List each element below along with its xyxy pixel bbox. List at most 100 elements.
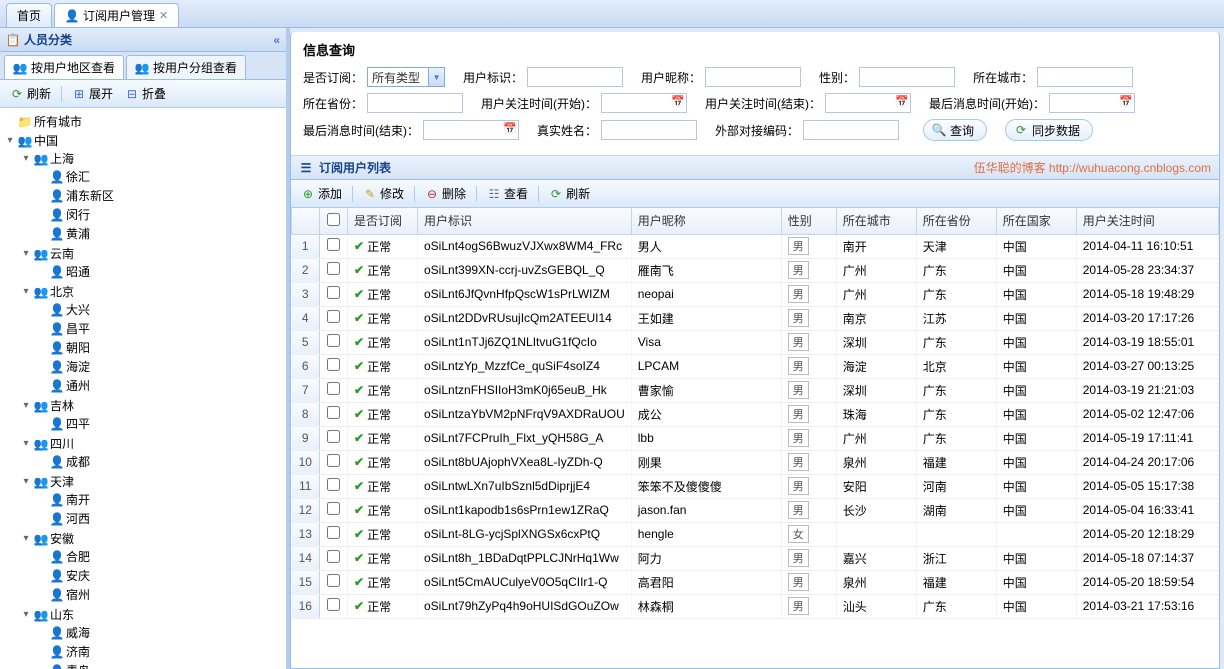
close-icon[interactable]: ✕ bbox=[159, 9, 168, 22]
province-input[interactable] bbox=[367, 93, 463, 113]
row-checkbox[interactable] bbox=[327, 334, 340, 347]
calendar-icon[interactable]: 📅 bbox=[895, 95, 909, 108]
tab-subscribers[interactable]: 👤 订阅用户管理 ✕ bbox=[54, 3, 179, 27]
tree-node-city[interactable]: 👤大兴 bbox=[36, 301, 282, 318]
tree-node-province[interactable]: ▾👥四川 bbox=[20, 435, 282, 452]
row-checkbox[interactable] bbox=[327, 574, 340, 587]
tree-node-city[interactable]: 👤四平 bbox=[36, 415, 282, 432]
calendar-icon[interactable]: 📅 bbox=[503, 122, 517, 135]
row-checkbox[interactable] bbox=[327, 598, 340, 611]
tree-node-city[interactable]: 👤合肥 bbox=[36, 548, 282, 565]
collapse-icon[interactable]: « bbox=[273, 33, 280, 47]
col-nick[interactable]: 用户昵称 bbox=[631, 208, 781, 234]
calendar-icon[interactable]: 📅 bbox=[1119, 95, 1133, 108]
view-button[interactable]: ☷查看 bbox=[483, 183, 532, 204]
sync-button[interactable]: ⟳同步数据 bbox=[1005, 119, 1093, 141]
col-gender[interactable]: 性别 bbox=[781, 208, 836, 234]
subtab-group[interactable]: 👥 按用户分组查看 bbox=[126, 55, 246, 79]
row-checkbox[interactable] bbox=[327, 550, 340, 563]
tree-node-province[interactable]: ▾👥安徽 bbox=[20, 530, 282, 547]
tree-node-city[interactable]: 👤朝阳 bbox=[36, 339, 282, 356]
tree-node-all[interactable]: 📁所有城市 bbox=[4, 113, 282, 130]
row-checkbox[interactable] bbox=[327, 406, 340, 419]
calendar-icon[interactable]: 📅 bbox=[671, 95, 685, 108]
table-row[interactable]: 9✔正常oSiLnt7FCPruIh_Flxt_yQH58G_Albb男广州广东… bbox=[292, 426, 1219, 450]
nickname-input[interactable] bbox=[705, 67, 801, 87]
cell-city: 安阳 bbox=[836, 474, 916, 498]
row-checkbox[interactable] bbox=[327, 478, 340, 491]
table-row[interactable]: 5✔正常oSiLnt1nTJj6ZQ1NLItvuG1fQcIoVisa男深圳广… bbox=[292, 330, 1219, 354]
table-row[interactable]: 1✔正常oSiLnt4ogS6BwuzVJXwx8WM4_FRc男人男南开天津中… bbox=[292, 234, 1219, 258]
table-row[interactable]: 4✔正常oSiLnt2DDvRUsujIcQm2ATEEUI14王如建男南京江苏… bbox=[292, 306, 1219, 330]
tree-node-province[interactable]: ▾👥天津 bbox=[20, 473, 282, 490]
row-checkbox[interactable] bbox=[327, 310, 340, 323]
row-checkbox[interactable] bbox=[327, 262, 340, 275]
tree-node-province[interactable]: ▾👥山东 bbox=[20, 606, 282, 623]
row-checkbox[interactable] bbox=[327, 286, 340, 299]
edit-button[interactable]: ✎修改 bbox=[359, 183, 408, 204]
tree-node-province[interactable]: ▾👥吉林 bbox=[20, 397, 282, 414]
table-row[interactable]: 12✔正常oSiLnt1kapodb1s6sPrn1ew1ZRaQjason.f… bbox=[292, 498, 1219, 522]
col-city[interactable]: 所在城市 bbox=[836, 208, 916, 234]
table-row[interactable]: 15✔正常oSiLnt5CmAUCulyeV0O5qCIIr1-Q高君阳男泉州福… bbox=[292, 570, 1219, 594]
tree-node-city[interactable]: 👤成都 bbox=[36, 453, 282, 470]
row-checkbox[interactable] bbox=[327, 454, 340, 467]
tree-node-city[interactable]: 👤青岛 bbox=[36, 662, 282, 669]
tree-node-city[interactable]: 👤闵行 bbox=[36, 206, 282, 223]
col-country[interactable]: 所在国家 bbox=[996, 208, 1076, 234]
table-row[interactable]: 7✔正常oSiLntznFHSIIoH3mK0j65euB_Hk曹家愉男深圳广东… bbox=[292, 378, 1219, 402]
tree-node-province[interactable]: ▾👥北京 bbox=[20, 283, 282, 300]
subscribed-combo[interactable]: 所有类型▼ bbox=[367, 67, 445, 87]
tree-node-city[interactable]: 👤宿州 bbox=[36, 586, 282, 603]
table-row[interactable]: 6✔正常oSiLntzYp_MzzfCe_quSiF4soIZ4LPCAM男海淀… bbox=[292, 354, 1219, 378]
table-row[interactable]: 16✔正常oSiLnt79hZyPq4h9oHUISdGOuZOw林森桐男汕头广… bbox=[292, 594, 1219, 618]
row-checkbox[interactable] bbox=[327, 502, 340, 515]
row-checkbox[interactable] bbox=[327, 382, 340, 395]
table-row[interactable]: 14✔正常oSiLnt8h_1BDaDqtPPLCJNrHq1Ww阿力男嘉兴浙江… bbox=[292, 546, 1219, 570]
select-all[interactable] bbox=[320, 208, 348, 234]
col-follow[interactable]: 用户关注时间 bbox=[1076, 208, 1218, 234]
tree-node-city[interactable]: 👤昭通 bbox=[36, 263, 282, 280]
tree-node-city[interactable]: 👤威海 bbox=[36, 624, 282, 641]
tree-node-city[interactable]: 👤徐汇 bbox=[36, 168, 282, 185]
tree-node-china[interactable]: ▾👥中国 bbox=[4, 132, 282, 149]
table-row[interactable]: 11✔正常oSiLntwLXn7uIbSznl5dDiprjjE4笨笨不及傻傻傻… bbox=[292, 474, 1219, 498]
expand-button[interactable]: ⊞展开 bbox=[68, 83, 117, 104]
search-button[interactable]: 🔍查询 bbox=[923, 119, 987, 141]
refresh-button[interactable]: ⟳刷新 bbox=[6, 83, 55, 104]
col-uid[interactable]: 用户标识 bbox=[418, 208, 632, 234]
table-row[interactable]: 13✔正常oSiLnt-8LG-ycjSplXNGSx6cxPtQhengle女… bbox=[292, 522, 1219, 546]
tree-node-city[interactable]: 👤南开 bbox=[36, 491, 282, 508]
extcode-input[interactable] bbox=[803, 120, 899, 140]
tree-node-city[interactable]: 👤安庆 bbox=[36, 567, 282, 584]
tree-node-city[interactable]: 👤浦东新区 bbox=[36, 187, 282, 204]
realname-input[interactable] bbox=[601, 120, 697, 140]
gender-input[interactable] bbox=[859, 67, 955, 87]
collapse-button[interactable]: ⊟折叠 bbox=[121, 83, 170, 104]
table-row[interactable]: 10✔正常oSiLnt8bUAjophVXea8L-IyZDh-Q刚果男泉州福建… bbox=[292, 450, 1219, 474]
table-row[interactable]: 2✔正常oSiLnt399XN-ccrj-uvZsGEBQL_Q雁南飞男广州广东… bbox=[292, 258, 1219, 282]
tree-node-city[interactable]: 👤昌平 bbox=[36, 320, 282, 337]
subtab-region[interactable]: 👥 按用户地区查看 bbox=[4, 55, 124, 79]
table-row[interactable]: 3✔正常oSiLnt6JfQvnHfpQscW1sPrLWIZMneopai男广… bbox=[292, 282, 1219, 306]
tree-node-city[interactable]: 👤黄浦 bbox=[36, 225, 282, 242]
tree-node-city[interactable]: 👤济南 bbox=[36, 643, 282, 660]
row-checkbox[interactable] bbox=[327, 430, 340, 443]
tree-node-city[interactable]: 👤通州 bbox=[36, 377, 282, 394]
tab-home[interactable]: 首页 bbox=[6, 3, 52, 27]
row-checkbox[interactable] bbox=[327, 238, 340, 251]
uid-input[interactable] bbox=[527, 67, 623, 87]
delete-button[interactable]: ⊖删除 bbox=[421, 183, 470, 204]
refresh-grid-button[interactable]: ⟳刷新 bbox=[545, 183, 594, 204]
row-checkbox[interactable] bbox=[327, 526, 340, 539]
col-province[interactable]: 所在省份 bbox=[916, 208, 996, 234]
col-sub[interactable]: 是否订阅 bbox=[348, 208, 418, 234]
tree-node-city[interactable]: 👤海淀 bbox=[36, 358, 282, 375]
table-row[interactable]: 8✔正常oSiLntzaYbVM2pNFrqV9AXDRaUOU成公男珠海广东中… bbox=[292, 402, 1219, 426]
city-input[interactable] bbox=[1037, 67, 1133, 87]
row-checkbox[interactable] bbox=[327, 358, 340, 371]
tree-node-province[interactable]: ▾👥上海 bbox=[20, 150, 282, 167]
add-button[interactable]: ⊕添加 bbox=[297, 183, 346, 204]
tree-node-city[interactable]: 👤河西 bbox=[36, 510, 282, 527]
tree-node-province[interactable]: ▾👥云南 bbox=[20, 245, 282, 262]
